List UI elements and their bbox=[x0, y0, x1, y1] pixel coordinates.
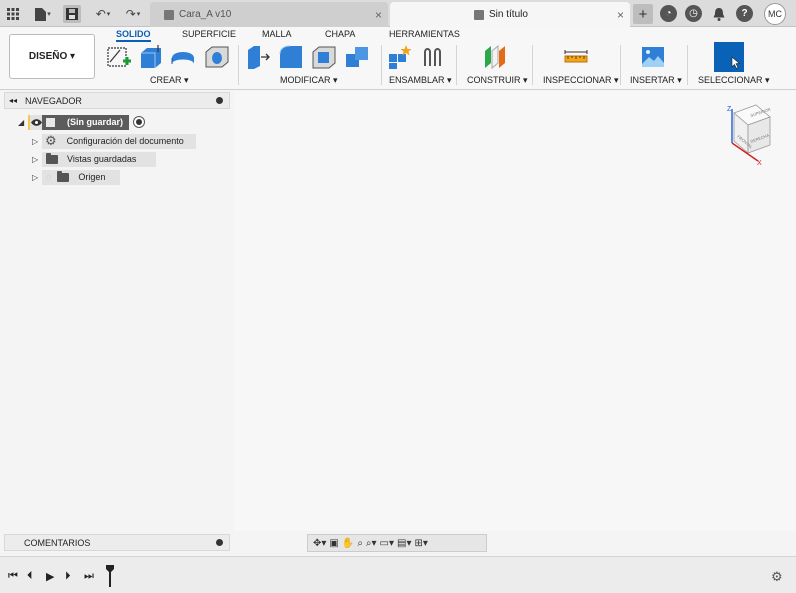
display-settings-icon[interactable]: ▭▾ bbox=[380, 538, 394, 549]
save-icon[interactable] bbox=[63, 5, 81, 23]
close-icon[interactable]: × bbox=[617, 8, 624, 22]
help-icon[interactable]: ? bbox=[736, 5, 753, 22]
tab-label: Cara_A v10 bbox=[179, 9, 232, 20]
hole-icon[interactable] bbox=[204, 44, 230, 70]
folder-icon bbox=[57, 170, 70, 182]
separator bbox=[456, 45, 457, 85]
tree-root[interactable]: ◢ (Sin guardar) bbox=[18, 114, 146, 130]
tree-item-config[interactable]: ▷ ⚙ Configuración del documento bbox=[32, 133, 196, 149]
axis-x-label: X bbox=[757, 160, 762, 165]
viewcube[interactable]: SUPERIOR FRONTAL DERECHA Z X bbox=[718, 99, 778, 165]
expand-right-icon[interactable]: ▷ bbox=[32, 173, 42, 182]
root-component[interactable]: (Sin guardar) bbox=[42, 114, 130, 130]
pin-icon[interactable] bbox=[216, 97, 223, 104]
redo-icon[interactable]: ↷ ▾ bbox=[120, 5, 146, 23]
zoom-icon[interactable]: ⌕ bbox=[357, 538, 363, 549]
revolve-icon[interactable] bbox=[170, 44, 196, 70]
comments-panel[interactable]: COMENTARIOS bbox=[4, 534, 230, 551]
expand-right-icon[interactable]: ▷ bbox=[32, 155, 42, 164]
eye-icon[interactable] bbox=[28, 114, 42, 130]
grid-settings-icon[interactable]: ▤▾ bbox=[397, 538, 411, 549]
history-icon[interactable]: ◷ bbox=[685, 5, 702, 22]
separator bbox=[238, 45, 239, 85]
cube-icon bbox=[474, 9, 484, 20]
ribbon-toolbar: DISEÑO ▾ SOLIDO SUPERFICIE MALLA CHAPA H… bbox=[0, 27, 796, 90]
tab-sin-titulo[interactable]: Sin título × bbox=[390, 2, 630, 27]
folder-icon bbox=[46, 152, 58, 164]
shell-icon[interactable] bbox=[311, 44, 337, 70]
navigation-toolbar: ✥▾ ▣ ✋ ⌕ ⌕▾ ▭▾ ▤▾ ⊞▾ bbox=[307, 534, 487, 552]
expand-down-icon[interactable]: ◢ bbox=[18, 118, 28, 127]
group-insertar[interactable]: INSERTAR ▾ bbox=[630, 75, 682, 86]
combine-icon[interactable] bbox=[344, 44, 370, 70]
canvas-viewport[interactable]: SUPERIOR FRONTAL DERECHA Z X bbox=[234, 91, 796, 531]
navigator-header[interactable]: ◂◂ NAVEGADOR bbox=[4, 92, 230, 109]
hidden-eye-icon[interactable]: ◌ bbox=[46, 172, 51, 182]
joint-icon[interactable] bbox=[421, 44, 447, 70]
tab-malla[interactable]: MALLA bbox=[262, 29, 292, 39]
title-bar: ▾ ↶ ▾ ↷ ▾ Cara_A v10 × Sin título × + ◔ ◷ … bbox=[0, 0, 796, 27]
pin-icon[interactable] bbox=[216, 539, 223, 546]
create-sketch-icon[interactable] bbox=[106, 44, 132, 70]
axis-z-label: Z bbox=[727, 106, 732, 113]
activate-radio-icon[interactable] bbox=[133, 116, 146, 128]
measure-icon[interactable] bbox=[563, 44, 589, 70]
play-icon[interactable]: ▶ bbox=[46, 570, 54, 583]
new-component-icon[interactable] bbox=[387, 44, 413, 70]
viewports-icon[interactable]: ⊞▾ bbox=[414, 538, 427, 549]
look-at-icon[interactable]: ▣ bbox=[329, 538, 338, 549]
tree-item-views[interactable]: ▷ Vistas guardadas bbox=[32, 151, 156, 167]
avatar[interactable]: MC bbox=[764, 3, 786, 25]
gear-icon: ⚙ bbox=[45, 133, 57, 148]
file-icon[interactable]: ▾ bbox=[30, 5, 56, 23]
step-back-icon[interactable]: ⏴ bbox=[27, 570, 33, 583]
select-icon[interactable] bbox=[714, 42, 744, 72]
group-seleccionar[interactable]: SELECCIONAR ▾ bbox=[698, 75, 770, 86]
tab-chapa[interactable]: CHAPA bbox=[325, 29, 355, 39]
tab-superficie[interactable]: SUPERFICIE bbox=[182, 29, 236, 39]
collapse-icon[interactable]: ◂◂ bbox=[9, 96, 17, 105]
expand-right-icon[interactable]: ▷ bbox=[32, 137, 42, 146]
comments-title: COMENTARIOS bbox=[24, 537, 91, 548]
pan-icon[interactable]: ✋ bbox=[342, 538, 354, 549]
undo-icon[interactable]: ↶ ▾ bbox=[90, 5, 116, 23]
tab-herramientas[interactable]: HERRAMIENTAS bbox=[389, 29, 460, 39]
group-construir[interactable]: CONSTRUIR ▾ bbox=[467, 75, 528, 86]
insert-image-icon[interactable] bbox=[640, 44, 666, 70]
tab-solido[interactable]: SOLIDO bbox=[116, 29, 151, 42]
group-inspeccionar[interactable]: INSPECCIONAR ▾ bbox=[543, 75, 619, 86]
tab-label: Sin título bbox=[489, 9, 528, 20]
extrude-icon[interactable] bbox=[138, 44, 164, 70]
tree-item-origin[interactable]: ▷ ◌ Origen bbox=[32, 169, 120, 185]
separator bbox=[620, 45, 621, 85]
group-modificar[interactable]: MODIFICAR ▾ bbox=[280, 75, 338, 86]
zoom-window-icon[interactable]: ⌕▾ bbox=[366, 538, 377, 549]
grid-icon[interactable] bbox=[4, 5, 22, 23]
press-pull-icon[interactable] bbox=[245, 44, 271, 70]
group-ensamblar[interactable]: ENSAMBLAR ▾ bbox=[389, 75, 452, 86]
go-to-start-icon[interactable]: ⏮ bbox=[8, 570, 18, 583]
tab-cara-a[interactable]: Cara_A v10 × bbox=[150, 2, 388, 27]
construct-plane-icon[interactable] bbox=[482, 44, 508, 70]
document-icon bbox=[46, 117, 55, 127]
group-crear[interactable]: CREAR ▾ bbox=[150, 75, 189, 86]
extensions-icon[interactable]: ◔ bbox=[660, 5, 677, 22]
workspace-switcher[interactable]: DISEÑO ▾ bbox=[9, 34, 95, 79]
orbit-icon[interactable]: ✥▾ bbox=[313, 538, 326, 549]
timeline-bar: ⏮ ⏴ ▶ ⏵ ⏭ ⚙ bbox=[0, 556, 796, 593]
cube-icon bbox=[164, 9, 174, 20]
separator bbox=[687, 45, 688, 85]
bell-icon[interactable] bbox=[710, 5, 728, 23]
navigator-title: NAVEGADOR bbox=[25, 95, 82, 106]
separator bbox=[381, 45, 382, 85]
separator bbox=[532, 45, 533, 85]
timeline-marker-icon[interactable] bbox=[106, 565, 114, 587]
plus-icon[interactable]: + bbox=[633, 4, 653, 24]
close-icon[interactable]: × bbox=[375, 8, 382, 22]
fillet-icon[interactable] bbox=[278, 44, 304, 70]
timeline-settings-icon[interactable]: ⚙ bbox=[771, 569, 783, 585]
step-forward-icon[interactable]: ⏵ bbox=[65, 570, 71, 583]
go-to-end-icon[interactable]: ⏭ bbox=[84, 570, 94, 583]
